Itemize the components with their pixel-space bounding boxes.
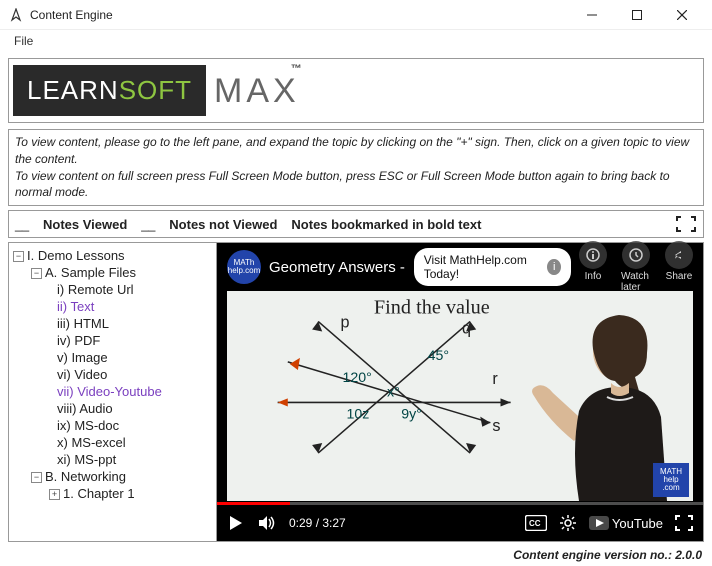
minimize-button[interactable] [569, 1, 614, 29]
tree-leaf-remote[interactable]: i) Remote Url [11, 281, 214, 298]
tree-leaf-pdf[interactable]: iv) PDF [11, 332, 214, 349]
instructions-panel: To view content, please go to the left p… [8, 129, 704, 206]
logo-panel: LEARNSOFT MAX ™ [8, 58, 704, 123]
tree-node-demo[interactable]: −I. Demo Lessons [11, 247, 214, 264]
share-button[interactable]: Share [665, 241, 693, 293]
legend-bookmarked: Notes bookmarked in bold text [291, 217, 481, 232]
time-display: 0:29 / 3:27 [289, 516, 346, 530]
checkmark-icon: _ _ [15, 217, 29, 232]
instruction-line: To view content on full screen press Ful… [15, 168, 697, 202]
close-button[interactable] [659, 1, 704, 29]
tree-leaf-html[interactable]: iii) HTML [11, 315, 214, 332]
instruction-line: To view content, please go to the left p… [15, 134, 697, 168]
menubar: File [0, 30, 712, 52]
info-icon: i [547, 259, 561, 275]
learnsoft-logo: LEARNSOFT [13, 65, 206, 116]
legend-panel: _ _ Notes Viewed _ _ Notes not Viewed No… [8, 210, 704, 238]
svg-text:10z: 10z [347, 407, 370, 423]
promo-pill[interactable]: Visit MathHelp.com Today! i [414, 248, 571, 286]
svg-text:p: p [340, 314, 349, 332]
tree-leaf-text[interactable]: ii) Text [11, 298, 214, 315]
svg-text:s: s [492, 417, 500, 435]
svg-text:9y°: 9y° [401, 407, 422, 423]
fullscreen-video-button[interactable] [675, 515, 693, 531]
max-logo: MAX ™ [214, 73, 300, 110]
menu-file[interactable]: File [8, 32, 39, 50]
svg-text:r: r [492, 370, 498, 388]
svg-text:45°: 45° [428, 348, 449, 364]
legend-viewed: Notes Viewed [43, 217, 127, 232]
window-title: Content Engine [30, 8, 569, 22]
tree-leaf-msppt[interactable]: xi) MS-ppt [11, 451, 214, 468]
tree-leaf-youtube[interactable]: vii) Video-Youtube [11, 383, 214, 400]
play-button[interactable] [227, 514, 245, 532]
svg-text:120°: 120° [342, 370, 371, 386]
video-topbar: MATh help.com Geometry Answers - Ma Visi… [217, 243, 703, 291]
app-icon [8, 7, 24, 23]
watch-later-button[interactable]: Watch later [621, 241, 651, 293]
checkmark-icon: _ _ [141, 217, 155, 232]
volume-button[interactable] [257, 514, 277, 532]
tree-leaf-video[interactable]: vi) Video [11, 366, 214, 383]
expand-icon[interactable]: + [49, 489, 60, 500]
cc-button[interactable]: CC [525, 515, 547, 531]
video-title: Geometry Answers - Ma [269, 259, 406, 276]
video-player[interactable]: MATh help.com Geometry Answers - Ma Visi… [217, 243, 703, 541]
tree-node-sample[interactable]: −A. Sample Files [11, 264, 214, 281]
video-controls: 0:29 / 3:27 CC YouTube [217, 505, 703, 541]
svg-text:Find the value: Find the value [374, 296, 490, 318]
footer-version: Content engine version no.: 2.0.0 [0, 546, 712, 566]
tree-node-chapter1[interactable]: +1. Chapter 1 [11, 485, 214, 502]
youtube-badge[interactable]: YouTube [589, 516, 663, 531]
fullscreen-button[interactable] [675, 215, 697, 233]
legend-notviewed: Notes not Viewed [169, 217, 277, 232]
info-button[interactable]: Info [579, 241, 607, 293]
tree-leaf-msdoc[interactable]: ix) MS-doc [11, 417, 214, 434]
tree-leaf-audio[interactable]: viii) Audio [11, 400, 214, 417]
topic-tree[interactable]: −I. Demo Lessons −A. Sample Files i) Rem… [9, 243, 217, 541]
tree-node-networking[interactable]: −B. Networking [11, 468, 214, 485]
titlebar: Content Engine [0, 0, 712, 30]
collapse-icon[interactable]: − [13, 251, 24, 262]
mathhelp-logo: MATHhelp.com [653, 463, 689, 497]
collapse-icon[interactable]: − [31, 268, 42, 279]
tree-leaf-image[interactable]: v) Image [11, 349, 214, 366]
svg-text:x°: x° [387, 385, 400, 401]
video-frame: Find the value [227, 291, 693, 501]
channel-logo[interactable]: MATh help.com [227, 250, 261, 284]
maximize-button[interactable] [614, 1, 659, 29]
svg-text:q: q [462, 320, 471, 338]
content-split: −I. Demo Lessons −A. Sample Files i) Rem… [8, 242, 704, 542]
settings-button[interactable] [559, 514, 577, 532]
tree-leaf-msexcel[interactable]: x) MS-excel [11, 434, 214, 451]
svg-text:CC: CC [529, 519, 541, 528]
collapse-icon[interactable]: − [31, 472, 42, 483]
